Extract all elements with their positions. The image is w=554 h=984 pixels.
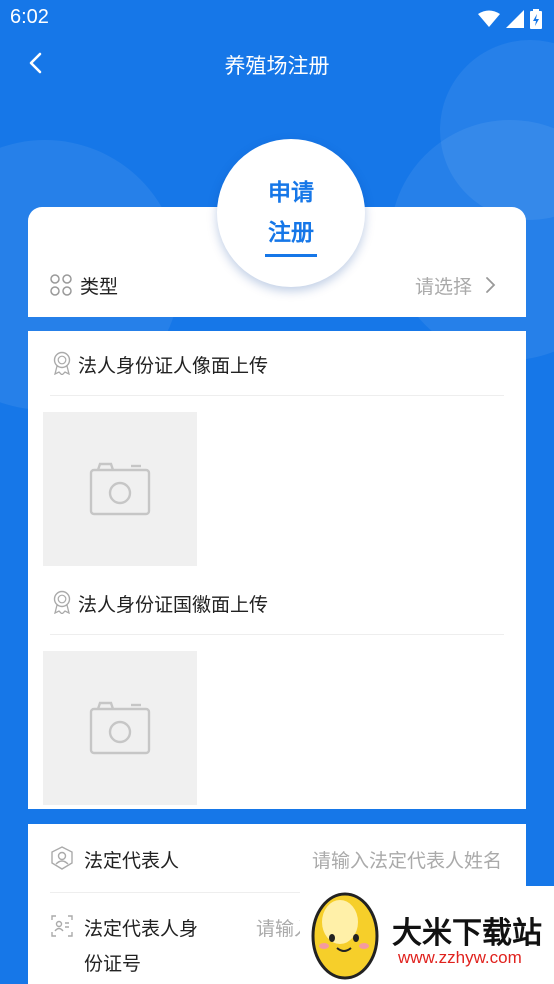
chevron-right-icon (486, 277, 496, 293)
type-select[interactable]: 请选择 (358, 269, 498, 299)
badge-underline (265, 254, 317, 257)
camera-icon (89, 462, 151, 516)
rice-mascot-logo (311, 892, 379, 980)
legal-rep-label: 法定代表人 (84, 850, 180, 872)
wifi-icon (478, 10, 500, 27)
badge-line2: 注册 (268, 220, 314, 246)
upload-back-photo[interactable] (43, 651, 197, 805)
app-header: 养殖场注册 (0, 38, 554, 90)
divider (50, 634, 504, 635)
watermark-name: 大米下载站 (392, 916, 542, 951)
type-label: 类型 (80, 276, 119, 298)
category-grid-icon (50, 274, 72, 296)
id-upload-card: 法人身份证人像面上传 法人身份证国徽面上传 (28, 331, 526, 809)
type-placeholder: 请选择 (414, 276, 472, 298)
award-badge-icon (53, 590, 71, 614)
page-title: 养殖场注册 (224, 54, 330, 78)
watermark-url: www.zzhyw.com (398, 948, 522, 967)
status-bar: 6:02 (0, 0, 554, 38)
apply-register-badge: 申请 注册 (217, 139, 365, 287)
watermark: 大米下载站 www.zzhyw.com (300, 886, 554, 984)
battery-icon (530, 9, 542, 29)
status-icons (478, 9, 542, 29)
signal-icon (506, 10, 524, 28)
legal-rep-id-label-line2: 份证号 (84, 953, 142, 975)
upload-front-photo[interactable] (43, 412, 197, 566)
camera-icon (89, 701, 151, 755)
divider (50, 395, 504, 396)
user-icon (51, 846, 73, 870)
award-badge-icon (53, 351, 71, 375)
id-card-icon (51, 915, 73, 937)
status-time: 6:02 (10, 6, 49, 28)
upload-back-label: 法人身份证国徽面上传 (78, 594, 269, 616)
upload-front-label: 法人身份证人像面上传 (78, 355, 269, 377)
legal-rep-id-label-line1: 法定代表人身 (84, 918, 199, 940)
badge-line1: 申请 (268, 180, 314, 206)
legal-rep-input[interactable]: 请输入法定代表人姓名 (312, 846, 502, 873)
